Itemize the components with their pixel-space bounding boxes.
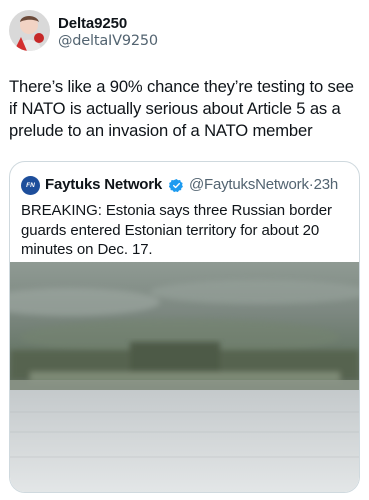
quoted-handle[interactable]: @FaytuksNetwork bbox=[189, 176, 309, 193]
quoted-media-image[interactable] bbox=[10, 262, 359, 492]
author-avatar[interactable] bbox=[9, 10, 50, 51]
verified-badge-icon bbox=[169, 178, 183, 193]
faytuks-logo-icon: FN bbox=[21, 176, 40, 195]
author-display-name[interactable]: Delta9250 bbox=[58, 15, 127, 32]
author-handle[interactable]: @deltaIV9250 bbox=[58, 33, 158, 49]
quoted-tweet-text: BREAKING: Estonia says three Russian bor… bbox=[21, 202, 332, 258]
quoted-handle-time: @FaytuksNetwork·23h bbox=[189, 176, 338, 193]
quoted-tweet-card[interactable]: FN Faytuks Network @FaytuksNetwork·23h B… bbox=[9, 161, 360, 493]
logo-text: FN bbox=[26, 182, 35, 189]
quoted-timestamp[interactable]: 23h bbox=[314, 176, 339, 193]
tweet-text: There’s like a 90% chance they’re testin… bbox=[9, 77, 354, 140]
quoted-display-name[interactable]: Faytuks Network bbox=[45, 176, 162, 193]
